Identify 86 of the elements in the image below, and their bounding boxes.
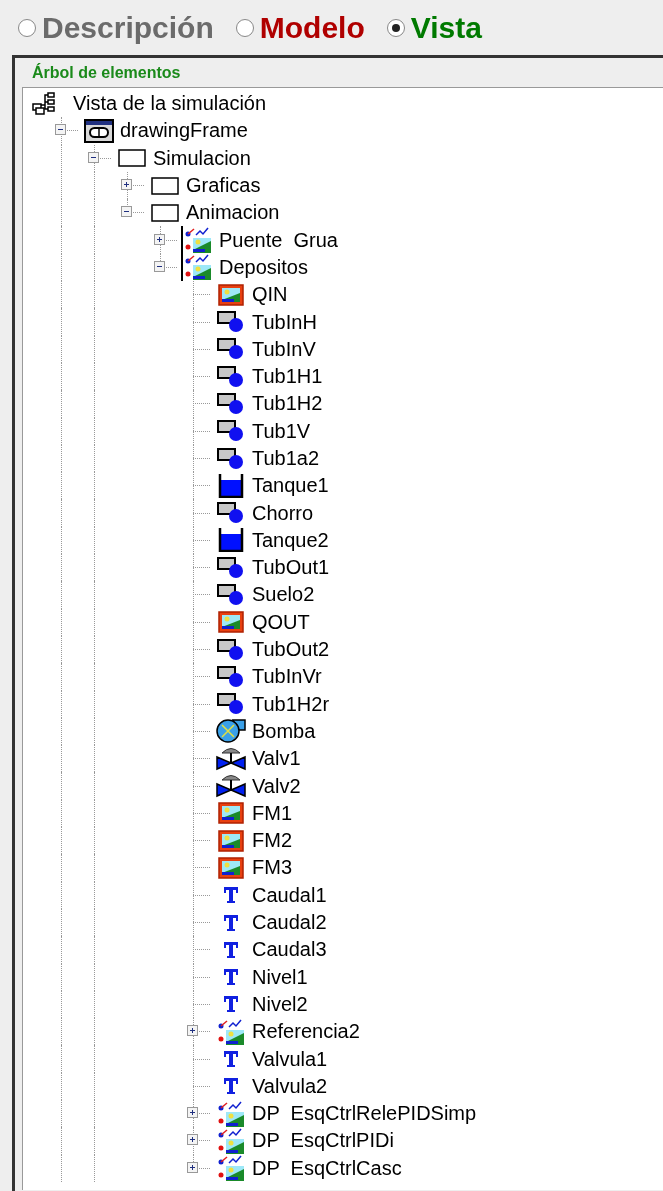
shape-icon [217, 665, 245, 688]
view-tab[interactable]: Modelo [235, 10, 365, 45]
window-icon [84, 118, 114, 143]
tree-item-label[interactable]: Graficas [186, 174, 261, 198]
tree-item-label[interactable]: DP EsqCtrlCasc [252, 1156, 402, 1180]
tree-item-label[interactable]: DP EsqCtrlPIDi [252, 1129, 394, 1153]
image-icon [218, 856, 244, 879]
expander-toggle[interactable] [121, 179, 132, 191]
rectangle-icon [151, 176, 179, 195]
tree-item-label[interactable]: Tub1H1 [252, 365, 323, 389]
expander-toggle[interactable] [187, 1107, 198, 1119]
tree-item-label[interactable]: Simulacion [153, 146, 251, 170]
tree-item-label[interactable]: Valvula1 [252, 1047, 328, 1071]
shape-icon [217, 638, 245, 661]
tree-item-label[interactable]: FM3 [252, 856, 292, 880]
text-icon [222, 1076, 240, 1097]
view-tab[interactable]: Descripción [18, 10, 214, 45]
view-tab[interactable]: Vista [386, 10, 482, 45]
shape-icon [217, 338, 245, 361]
shape-icon [217, 365, 245, 388]
shape-icon [217, 392, 245, 415]
tree-item-label[interactable]: Valv1 [252, 747, 301, 771]
image-icon [218, 829, 244, 852]
rectangle-icon [151, 203, 179, 222]
tree-item-label[interactable]: QOUT [252, 610, 310, 634]
expander-toggle[interactable] [154, 260, 165, 272]
tree-item-label[interactable]: Nivel2 [252, 992, 308, 1016]
tree-item-label[interactable]: DP EsqCtrlRelePIDSimp [252, 1102, 477, 1126]
tree-item-label[interactable]: TubInVr [252, 665, 322, 689]
tree-item-label[interactable]: Suelo2 [252, 583, 315, 607]
shape-icon [217, 693, 245, 716]
tree-item-label[interactable]: Caudal3 [252, 938, 327, 962]
shape-icon [217, 556, 245, 579]
pump-icon [215, 718, 247, 745]
rectangle-icon [118, 149, 146, 168]
tree-item-label[interactable]: Animacion [186, 201, 280, 225]
tree-item-label[interactable]: Valvula2 [252, 1074, 328, 1098]
tree-item-label[interactable]: Chorro [252, 501, 314, 525]
tree-item-label[interactable]: Tub1V [252, 419, 311, 443]
tree-item-label[interactable]: Tub1a2 [252, 447, 320, 470]
text-icon [222, 994, 240, 1015]
expander-toggle[interactable] [187, 1025, 198, 1037]
expander-toggle[interactable] [55, 124, 66, 136]
tree-item-label[interactable]: Valv2 [252, 774, 301, 798]
tree-item-label[interactable]: drawingFrame [120, 119, 248, 143]
shape-icon [217, 311, 245, 333]
tree-item-label[interactable]: TubInH [252, 310, 317, 334]
tree-item-label[interactable]: TubOut2 [252, 638, 330, 662]
text-icon [222, 885, 240, 906]
tree-item-label[interactable]: FM2 [252, 829, 292, 853]
tree-item-label[interactable]: Referencia2 [252, 1020, 360, 1044]
text-icon [222, 939, 240, 960]
text-icon [222, 1049, 240, 1070]
tree-item-label[interactable]: Vista de la simulación [73, 92, 267, 116]
tree-item-label[interactable]: FM1 [252, 801, 292, 825]
tree-item-label[interactable]: Tanque1 [252, 474, 329, 498]
tree-item-label[interactable]: TubOut1 [252, 556, 330, 580]
tree-item-label[interactable]: TubInV [252, 337, 316, 361]
tree-item-label[interactable]: Puente Grua [219, 228, 338, 252]
tree-item-label[interactable]: Tub1H2 [252, 392, 323, 416]
expander-toggle[interactable] [88, 151, 99, 163]
tree-item-label[interactable]: Caudal2 [252, 911, 327, 935]
tree-item-label[interactable]: Nivel1 [252, 965, 308, 989]
shape-icon [217, 447, 245, 470]
tree-item-label[interactable]: Tanque2 [252, 528, 329, 552]
text-icon [222, 967, 240, 988]
tank-icon [218, 528, 244, 553]
image-icon [218, 611, 244, 634]
text-icon [222, 912, 240, 933]
expander-toggle[interactable] [121, 206, 132, 218]
shape-icon [217, 420, 245, 443]
expander-toggle[interactable] [187, 1161, 198, 1173]
image-icon [218, 802, 244, 825]
panel-title: Árbol de elementos [31, 62, 182, 83]
tree-item-label[interactable]: Depositos [219, 255, 308, 279]
tree-item-label[interactable]: Bomba [252, 719, 316, 743]
tree-item-label[interactable]: QIN [252, 283, 288, 307]
expander-toggle[interactable] [154, 233, 165, 245]
tree-item-label[interactable]: Tub1H2r [252, 692, 330, 716]
tank-icon [218, 473, 244, 498]
image-icon [218, 283, 244, 306]
expander-toggle[interactable] [187, 1134, 198, 1146]
network-icon [31, 90, 57, 117]
tree-item-label[interactable]: Caudal1 [252, 883, 327, 907]
shape-icon [217, 584, 245, 606]
shape-icon [217, 502, 245, 525]
